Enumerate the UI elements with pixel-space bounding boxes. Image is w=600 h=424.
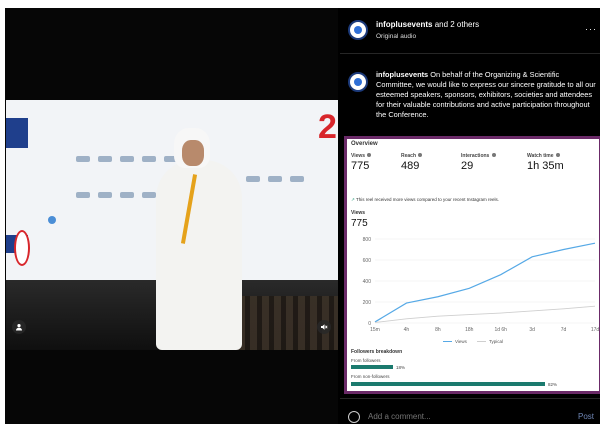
comment-input[interactable] <box>368 412 548 421</box>
y-tick-label: 200 <box>363 300 372 306</box>
legend-views: Views <box>443 339 467 344</box>
more-options-icon[interactable]: ··· <box>585 24 597 34</box>
y-tick-label: 0 <box>368 321 371 327</box>
sponsor-logo <box>48 216 56 224</box>
account-name[interactable]: infoplusevents <box>376 20 432 29</box>
metric-interactions: Interactions 29 <box>461 153 496 172</box>
sponsor-logos <box>76 192 156 198</box>
sponsor-logos <box>76 156 178 162</box>
reel-video[interactable]: 2 <box>6 100 338 350</box>
metric-watch-time: Watch time 1h 35m <box>527 153 564 172</box>
trend-up-icon: ↗ <box>351 197 355 202</box>
x-tick-label: 1d 6h <box>494 327 507 333</box>
from-followers-bar: 18% <box>351 365 595 370</box>
views-line-chart: 0 200 400 600 800 15m 4h 8h 18h 1d 6h 3d 7d 17d <box>363 237 600 333</box>
x-tick-label: 3d <box>529 327 535 333</box>
y-tick-label: 800 <box>363 237 372 243</box>
person-icon <box>16 324 22 331</box>
post-sidebar: infoplusevents and 2 others Original aud… <box>340 8 600 424</box>
from-non-followers-fill <box>351 382 545 386</box>
post-authors[interactable]: infoplusevents and 2 others <box>376 20 479 29</box>
x-tick-label: 7d <box>561 327 567 333</box>
app-window: 2 infoplusevents and 2 others Original a… <box>5 8 600 424</box>
post-comment-button[interactable]: Post <box>578 412 594 421</box>
followers-breakdown-title: Followers breakdown <box>351 349 403 355</box>
emoji-icon[interactable] <box>348 411 360 423</box>
y-tick-label: 400 <box>363 279 372 285</box>
from-non-followers-bar: 82% <box>351 382 595 387</box>
info-icon <box>418 153 423 157</box>
from-followers-label: From followers <box>351 358 381 363</box>
from-non-followers-label: From non-followers <box>351 374 390 379</box>
metric-views: Views 775 <box>351 153 372 172</box>
x-tick-label: 15m <box>370 327 380 333</box>
speaker-face <box>182 140 204 166</box>
x-tick-label: 4h <box>404 327 410 333</box>
user-tag-button[interactable] <box>12 320 26 334</box>
x-tick-label: 18h <box>465 327 474 333</box>
series-line-typical <box>374 305 596 323</box>
info-icon <box>491 153 496 157</box>
info-icon <box>367 153 372 157</box>
info-icon <box>555 153 560 157</box>
caption-avatar[interactable] <box>348 72 368 92</box>
mute-button[interactable] <box>317 320 331 334</box>
speaker-muted-icon <box>321 324 328 330</box>
from-followers-fill <box>351 365 393 369</box>
sponsor-logos <box>246 176 304 182</box>
legend-typical: Typical <box>477 339 503 344</box>
comment-bar: Post <box>340 398 600 424</box>
x-tick-label: 8h <box>435 327 441 333</box>
post-caption: infoplusevents On behalf of the Organizi… <box>376 70 598 120</box>
views-chart-label: Views <box>351 210 366 216</box>
stage-banner <box>6 118 28 148</box>
post-header: infoplusevents and 2 others Original aud… <box>340 8 600 54</box>
x-tick-label: 17d <box>591 327 600 333</box>
collaborators[interactable]: and 2 others <box>435 20 479 29</box>
insights-card: Overview Views 775 Reach 489 Interaction… <box>344 136 600 394</box>
from-non-followers-percent: 82% <box>548 382 558 387</box>
y-tick-label: 600 <box>363 258 372 264</box>
event-logo <box>14 230 30 266</box>
caption-account[interactable]: infoplusevents <box>376 70 428 79</box>
metric-reach: Reach 489 <box>401 153 423 172</box>
event-number-graphic: 2 <box>318 108 337 146</box>
from-followers-percent: 18% <box>396 365 406 370</box>
avatar[interactable] <box>348 20 368 40</box>
audio-link[interactable]: Original audio <box>376 33 416 40</box>
speaker <box>156 160 242 350</box>
series-line-views <box>374 242 596 323</box>
views-chart-value: 775 <box>351 218 368 229</box>
performance-note: ↗ This reel received more views compared… <box>351 197 500 202</box>
video-pane[interactable]: 2 <box>5 8 338 424</box>
insights-title: Overview <box>351 141 378 147</box>
